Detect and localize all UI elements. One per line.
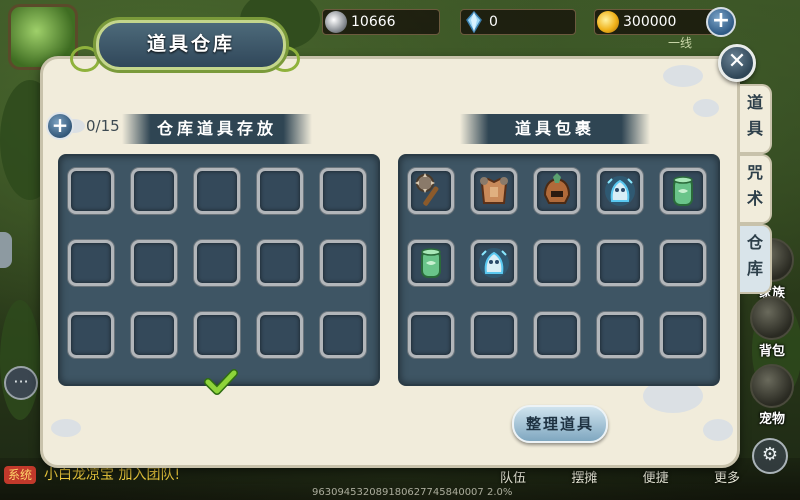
warehouse-slot[interactable] (68, 312, 114, 358)
background-tree (0, 300, 40, 420)
warehouse-slot[interactable] (68, 168, 114, 214)
inventory-slot[interactable] (408, 240, 454, 286)
system-message[interactable]: 小白龙凉宝 加入团队! (44, 466, 180, 484)
decor-blob (51, 419, 81, 437)
silver-coin-icon (325, 11, 347, 33)
silver-currency: 10666 (322, 9, 440, 35)
expand-capacity-button[interactable]: + (46, 112, 74, 140)
warehouse-section-title: 仓库道具存放 (122, 114, 312, 144)
sort-items-button[interactable]: 整理道具 (512, 405, 608, 443)
inventory-slot[interactable] (534, 168, 580, 214)
inventory-slot[interactable] (597, 168, 643, 214)
close-button[interactable]: ✕ (718, 44, 756, 82)
gem-amount: 0 (489, 14, 498, 30)
inventory-slot[interactable] (597, 240, 643, 286)
warehouse-slot[interactable] (320, 312, 366, 358)
gem-currency: 0 (460, 9, 576, 35)
inventory-slot[interactable] (471, 312, 517, 358)
inventory-slot[interactable] (471, 168, 517, 214)
inventory-slot[interactable] (534, 312, 580, 358)
gold-ingot-icon (597, 11, 619, 33)
warehouse-slot[interactable] (131, 240, 177, 286)
menu-more[interactable]: 更多 (714, 467, 740, 486)
menu-team[interactable]: 队伍 (500, 467, 526, 486)
tab-items-label: 道具 (746, 93, 763, 138)
warehouse-slot[interactable] (320, 168, 366, 214)
warehouse-slot[interactable] (257, 312, 303, 358)
menu-shortcut[interactable]: 便捷 (643, 467, 669, 486)
bottom-menu: 队伍 摆摊 便捷 更多 (500, 467, 740, 486)
pet-icon (750, 364, 794, 408)
inventory-slot[interactable] (471, 240, 517, 286)
warehouse-slot[interactable] (68, 240, 114, 286)
inventory-slot[interactable] (534, 240, 580, 286)
checkmark-icon[interactable] (204, 368, 238, 396)
gold-currency: 300000 (594, 9, 718, 35)
warehouse-grid (58, 154, 380, 386)
tab-warehouse-label: 仓库 (746, 233, 763, 278)
decor-blob (693, 99, 719, 117)
pet-button[interactable]: 宠物 (744, 364, 800, 427)
tab-items[interactable]: 道具 (740, 84, 772, 154)
decor-blob (703, 419, 733, 441)
chat-bubble-icon[interactable]: ··· (4, 366, 38, 400)
inventory-grid (398, 154, 720, 386)
tab-spells[interactable]: 咒术 (740, 154, 772, 224)
inventory-slot[interactable] (408, 168, 454, 214)
tab-warehouse[interactable]: 仓库 (740, 224, 772, 294)
warehouse-slot[interactable] (131, 168, 177, 214)
warehouse-slot[interactable] (320, 240, 366, 286)
server-line-label: 一线 (668, 36, 693, 50)
backpack-button[interactable]: 背包 (744, 296, 800, 359)
warehouse-slot[interactable] (257, 240, 303, 286)
inventory-slot[interactable] (660, 312, 706, 358)
backpack-label: 背包 (758, 344, 785, 359)
warehouse-slot[interactable] (194, 312, 240, 358)
system-tag: 系统 (4, 466, 37, 484)
warehouse-slot[interactable] (194, 168, 240, 214)
inventory-section-title: 道具包裹 (460, 114, 650, 144)
inventory-slot[interactable] (408, 312, 454, 358)
inventory-slot[interactable] (660, 240, 706, 286)
crystal-icon (463, 10, 485, 34)
silver-amount: 10666 (351, 14, 396, 30)
coordinates-readout: 963094532089180627745840007 2.0% (312, 487, 513, 498)
pet-label: 宠物 (758, 412, 785, 427)
decor-blob (663, 65, 703, 87)
left-expand-arrow[interactable] (0, 232, 12, 268)
settings-gear-icon[interactable]: ⚙ (752, 438, 788, 474)
warehouse-slot[interactable] (194, 240, 240, 286)
warehouse-capacity: 0/15 (86, 117, 120, 135)
tab-spells-label: 咒术 (746, 163, 763, 208)
inventory-slot[interactable] (660, 168, 706, 214)
gold-amount: 300000 (623, 14, 677, 30)
backpack-icon (750, 296, 794, 340)
warehouse-slot[interactable] (257, 168, 303, 214)
recharge-add-button[interactable]: + (706, 7, 736, 37)
warehouse-slot[interactable] (131, 312, 177, 358)
menu-stall[interactable]: 摆摊 (571, 467, 597, 486)
panel-title: 道具仓库 (96, 20, 286, 70)
inventory-slot[interactable] (597, 312, 643, 358)
